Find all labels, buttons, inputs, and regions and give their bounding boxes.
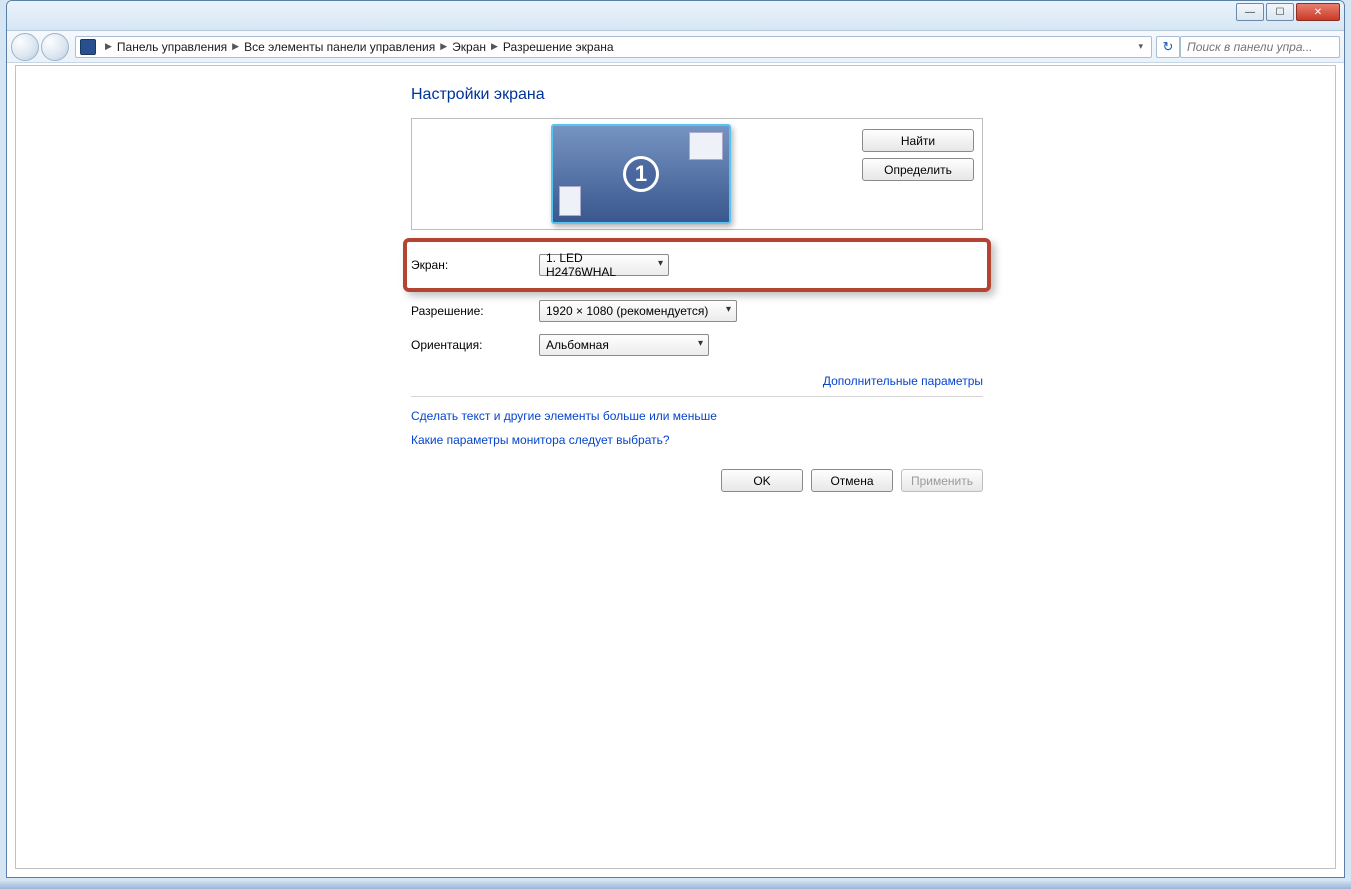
- monitor-preview-box: 1 Найти Определить: [411, 118, 983, 230]
- breadcrumb-item[interactable]: Все элементы панели управления: [244, 40, 435, 54]
- ok-button[interactable]: OK: [721, 469, 803, 492]
- settings-form: Настройки экрана 1 Найти Определить: [411, 86, 983, 492]
- monitor-preview-area[interactable]: 1: [420, 127, 862, 221]
- chevron-right-icon: ▶: [491, 41, 498, 52]
- text-size-link[interactable]: Сделать текст и другие элементы больше и…: [411, 409, 717, 423]
- maximize-button[interactable]: ☐: [1266, 3, 1294, 21]
- field-rows: Экран: 1. LED H2476WHAL Разрешение: 1920…: [411, 238, 983, 362]
- refresh-icon: ↻: [1163, 39, 1174, 55]
- separator: [411, 396, 983, 397]
- advanced-settings-link[interactable]: Дополнительные параметры: [823, 374, 983, 388]
- monitor-thumbnail[interactable]: 1: [551, 124, 731, 224]
- resolution-row: Разрешение: 1920 × 1080 (рекомендуется): [411, 294, 983, 328]
- window-thumb-icon: [559, 186, 581, 216]
- titlebar: — ☐ ✕: [7, 1, 1344, 31]
- find-button[interactable]: Найти: [862, 129, 974, 152]
- resolution-dropdown[interactable]: 1920 × 1080 (рекомендуется): [539, 300, 737, 322]
- location-icon: [80, 39, 96, 55]
- breadcrumb-item[interactable]: Панель управления: [117, 40, 227, 54]
- control-panel-window: — ☐ ✕ ▶ Панель управления ▶ Все элементы…: [6, 0, 1345, 878]
- content-pane: Настройки экрана 1 Найти Определить: [15, 65, 1336, 869]
- search-input[interactable]: [1187, 40, 1344, 54]
- orientation-value: Альбомная: [546, 338, 609, 352]
- nav-forward-button[interactable]: [41, 33, 69, 61]
- identify-button[interactable]: Определить: [862, 158, 974, 181]
- monitor-buttons: Найти Определить: [862, 127, 974, 221]
- breadcrumb[interactable]: ▶ Панель управления ▶ Все элементы панел…: [75, 36, 1152, 58]
- nav-back-button[interactable]: [11, 33, 39, 61]
- nav-bar: ▶ Панель управления ▶ Все элементы панел…: [7, 31, 1344, 63]
- chevron-right-icon: ▶: [232, 41, 239, 52]
- action-bar: OK Отмена Применить: [411, 469, 983, 492]
- search-icon: 🔍: [1344, 40, 1345, 54]
- monitor-number: 1: [623, 156, 659, 192]
- resolution-label: Разрешение:: [411, 304, 539, 318]
- window-thumb-icon: [689, 132, 723, 160]
- advanced-settings-row: Дополнительные параметры: [411, 374, 983, 388]
- chevron-right-icon: ▶: [440, 41, 447, 52]
- resolution-value: 1920 × 1080 (рекомендуется): [546, 304, 708, 318]
- minimize-button[interactable]: —: [1236, 3, 1264, 21]
- highlight-box: Экран: 1. LED H2476WHAL: [403, 238, 991, 292]
- orientation-label: Ориентация:: [411, 338, 539, 352]
- close-button[interactable]: ✕: [1296, 3, 1340, 21]
- taskbar: [0, 881, 1351, 889]
- display-row: Экран: 1. LED H2476WHAL: [411, 248, 983, 282]
- breadcrumb-item[interactable]: Разрешение экрана: [503, 40, 614, 54]
- display-value: 1. LED H2476WHAL: [546, 251, 650, 279]
- cancel-button[interactable]: Отмена: [811, 469, 893, 492]
- breadcrumb-dropdown[interactable]: ▾: [1138, 41, 1147, 52]
- search-box[interactable]: 🔍: [1180, 36, 1340, 58]
- orientation-row: Ориентация: Альбомная: [411, 328, 983, 362]
- display-label: Экран:: [411, 258, 539, 272]
- breadcrumb-item[interactable]: Экран: [452, 40, 486, 54]
- refresh-button[interactable]: ↻: [1156, 36, 1180, 58]
- chevron-right-icon: ▶: [105, 41, 112, 52]
- orientation-dropdown[interactable]: Альбомная: [539, 334, 709, 356]
- page-title: Настройки экрана: [411, 86, 983, 104]
- apply-button: Применить: [901, 469, 983, 492]
- help-links: Сделать текст и другие элементы больше и…: [411, 409, 983, 447]
- display-dropdown[interactable]: 1. LED H2476WHAL: [539, 254, 669, 276]
- window-controls: — ☐ ✕: [1236, 1, 1344, 30]
- monitor-help-link[interactable]: Какие параметры монитора следует выбрать…: [411, 433, 670, 447]
